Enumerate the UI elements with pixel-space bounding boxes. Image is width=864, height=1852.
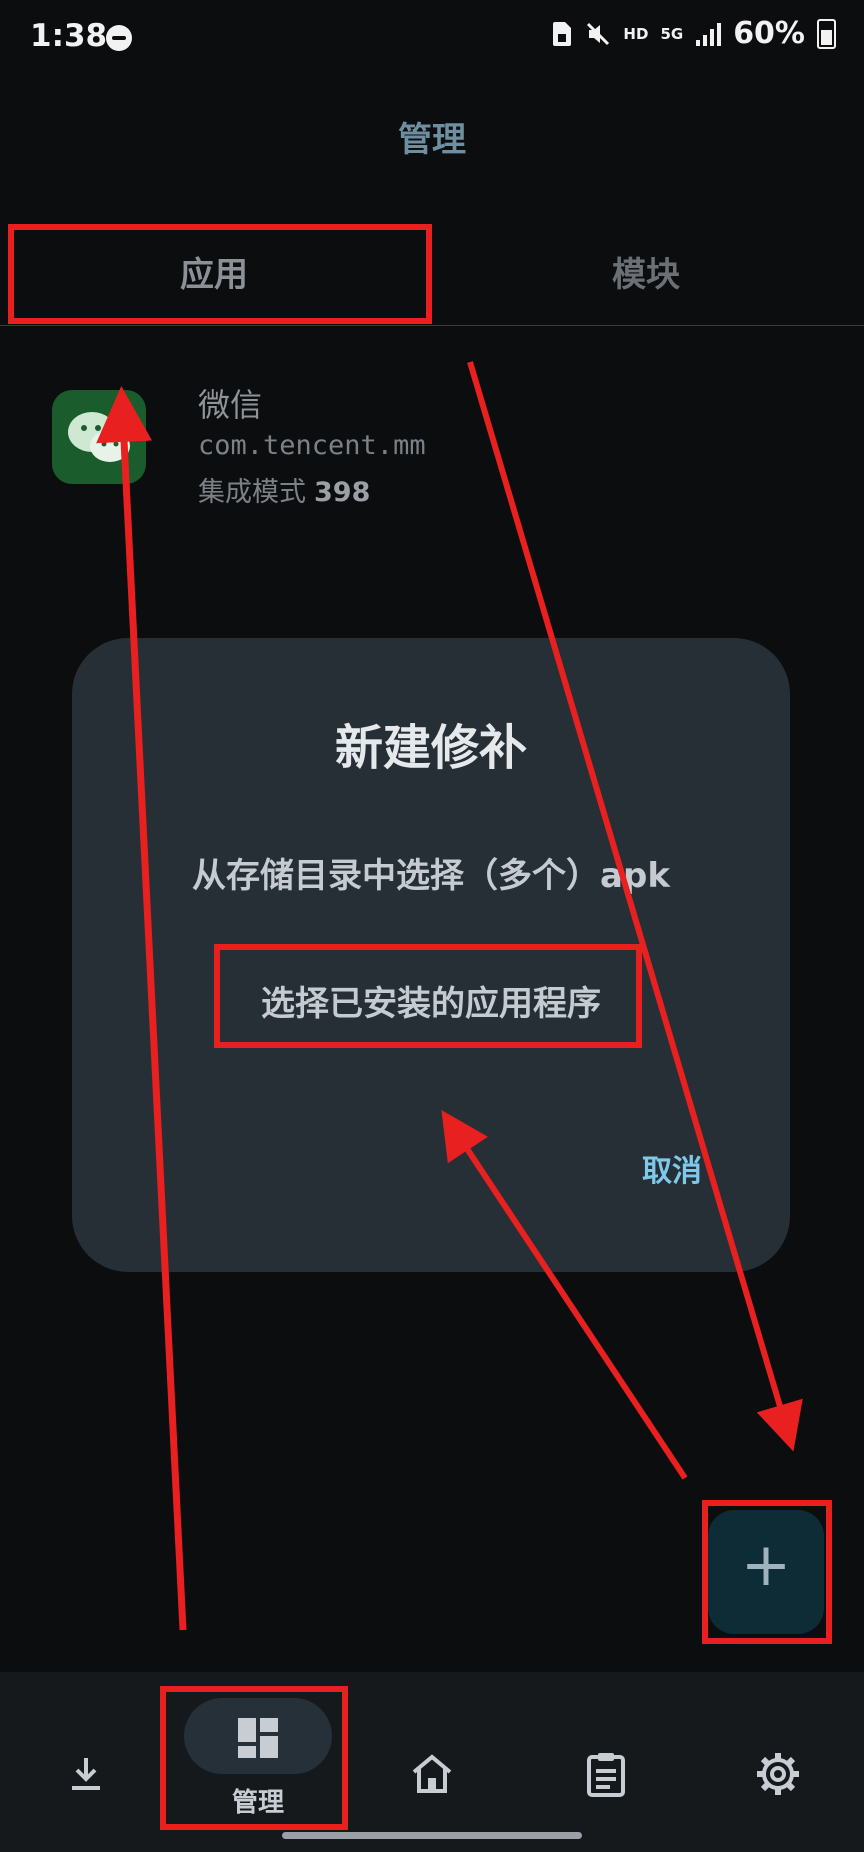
status-bar: 1:38 HD 5G 60%: [0, 0, 864, 80]
home-icon: [392, 1734, 472, 1814]
dialog-title: 新建修补: [334, 720, 527, 776]
network-5g-indicator: 5G: [660, 24, 684, 43]
download-icon: [46, 1734, 126, 1814]
nav-settings[interactable]: [692, 1672, 864, 1852]
tab-modules[interactable]: 模块: [612, 247, 680, 296]
cancel-button[interactable]: 取消: [642, 1146, 702, 1190]
select-apk-from-storage-option[interactable]: 从存储目录中选择（多个）apk: [72, 848, 790, 897]
app-mode-label: 集成模式: [198, 477, 306, 508]
annotation-box-manage-nav: [160, 1686, 348, 1830]
wechat-icon: [52, 390, 146, 484]
clipboard-icon: [566, 1734, 646, 1814]
status-icons: HD 5G 60%: [551, 16, 836, 51]
app-package: com.tencent.mm: [198, 430, 426, 461]
annotation-box-apps-tab: [8, 224, 432, 324]
annotation-box-fab: [702, 1500, 832, 1644]
gesture-bar: [282, 1832, 582, 1839]
annotation-box-installed-option: [214, 944, 642, 1048]
sim-card-icon: [553, 21, 572, 46]
mute-icon: [587, 22, 610, 45]
bottom-nav: 管理: [0, 1672, 864, 1852]
nav-home[interactable]: [346, 1672, 518, 1852]
nav-download[interactable]: [0, 1672, 172, 1852]
app-name: 微信: [198, 386, 263, 424]
battery-percent: 60%: [733, 16, 805, 51]
hd-indicator: HD: [623, 24, 649, 43]
app-version: 398: [314, 477, 371, 508]
app-mode: 集成模式 398: [198, 470, 370, 509]
nav-logs[interactable]: [520, 1672, 692, 1852]
signal-icon: [696, 22, 722, 46]
gear-icon: [738, 1734, 818, 1814]
status-time: 1:38: [30, 18, 108, 54]
battery-icon: [817, 18, 836, 49]
page-title: 管理: [398, 120, 466, 160]
do-not-disturb-icon: [106, 25, 132, 51]
